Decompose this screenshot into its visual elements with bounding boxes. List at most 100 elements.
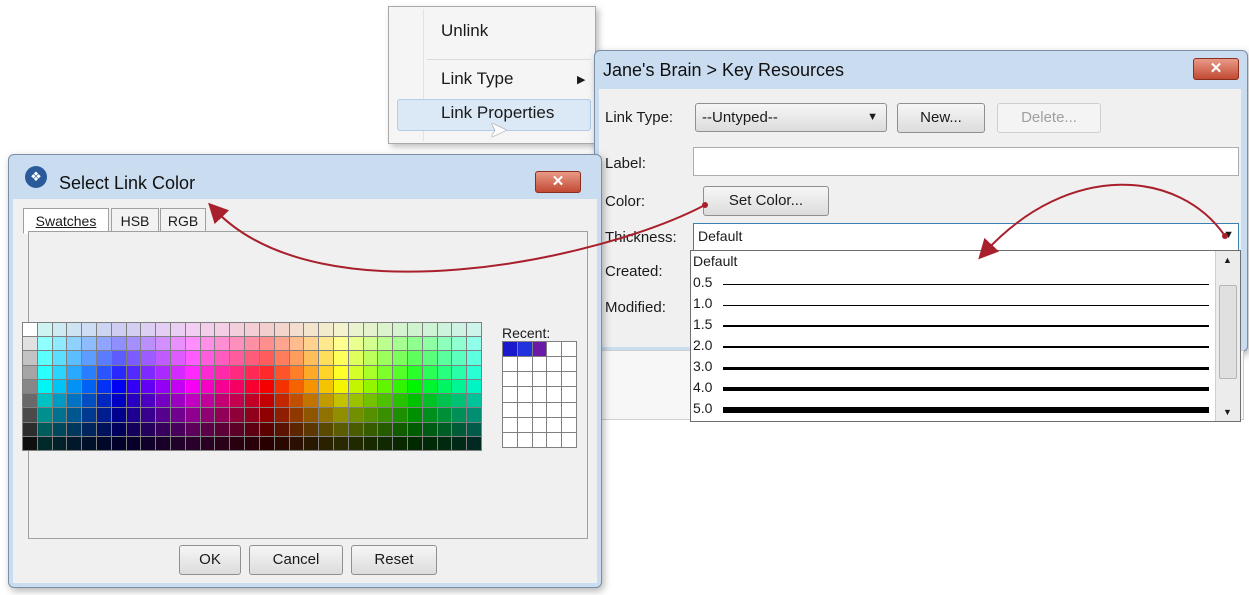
thickness-option[interactable]: 2.0 (693, 337, 712, 353)
color-swatch[interactable] (304, 379, 319, 394)
color-swatch[interactable] (200, 323, 215, 337)
color-swatch[interactable] (422, 323, 437, 337)
color-swatch[interactable] (156, 337, 171, 351)
color-swatch[interactable] (37, 394, 52, 408)
color-swatch[interactable] (230, 351, 245, 365)
color-swatch[interactable] (437, 422, 452, 436)
color-swatch[interactable] (333, 351, 348, 365)
color-swatch[interactable] (467, 323, 481, 337)
scroll-up-icon[interactable]: ▲ (1223, 255, 1232, 265)
color-swatch[interactable] (82, 351, 97, 365)
color-swatch[interactable] (274, 379, 289, 394)
recent-color-swatch[interactable] (562, 417, 576, 432)
color-swatch[interactable] (141, 436, 156, 450)
color-swatch[interactable] (319, 379, 333, 394)
link-type-select[interactable]: --Untyped-- ▼ (695, 103, 887, 132)
color-swatch[interactable] (467, 379, 481, 394)
color-swatch[interactable] (97, 379, 111, 394)
color-swatch[interactable] (319, 394, 333, 408)
set-color-button[interactable]: Set Color... (703, 186, 829, 216)
color-swatch[interactable] (363, 422, 378, 436)
color-swatch[interactable] (97, 436, 111, 450)
color-swatch[interactable] (97, 351, 111, 365)
color-swatch[interactable] (393, 379, 407, 394)
color-swatch[interactable] (97, 323, 111, 337)
color-swatch[interactable] (274, 394, 289, 408)
color-swatch[interactable] (319, 436, 333, 450)
color-swatch[interactable] (245, 394, 259, 408)
new-button[interactable]: New... (897, 103, 985, 133)
color-swatch[interactable] (52, 422, 67, 436)
color-swatch[interactable] (274, 408, 289, 422)
color-swatch[interactable] (23, 408, 37, 422)
color-swatch[interactable] (422, 337, 437, 351)
color-swatch[interactable] (245, 436, 259, 450)
color-swatch[interactable] (348, 365, 363, 379)
color-swatch[interactable] (171, 351, 185, 365)
recent-color-swatch[interactable] (547, 342, 562, 357)
color-swatch[interactable] (215, 408, 230, 422)
color-swatch[interactable] (230, 323, 245, 337)
cancel-button[interactable]: Cancel (249, 545, 343, 575)
color-swatch[interactable] (393, 394, 407, 408)
color-swatch[interactable] (215, 323, 230, 337)
color-swatch[interactable] (215, 379, 230, 394)
color-swatch[interactable] (126, 422, 141, 436)
color-swatch[interactable] (141, 422, 156, 436)
color-swatch[interactable] (23, 436, 37, 450)
color-swatch[interactable] (319, 408, 333, 422)
color-swatch[interactable] (467, 351, 481, 365)
color-swatch[interactable] (52, 351, 67, 365)
color-swatch[interactable] (156, 379, 171, 394)
color-swatch[interactable] (67, 351, 82, 365)
color-swatch[interactable] (452, 351, 467, 365)
color-swatch[interactable] (437, 337, 452, 351)
scrollbar-thumb[interactable] (1219, 285, 1237, 379)
color-swatch[interactable] (348, 422, 363, 436)
color-swatch[interactable] (467, 436, 481, 450)
color-swatch[interactable] (304, 422, 319, 436)
color-swatch[interactable] (37, 323, 52, 337)
color-swatch[interactable] (171, 422, 185, 436)
color-swatch[interactable] (452, 365, 467, 379)
color-swatch[interactable] (437, 323, 452, 337)
color-swatch[interactable] (393, 365, 407, 379)
color-swatch[interactable] (422, 408, 437, 422)
color-swatch[interactable] (422, 365, 437, 379)
color-swatch[interactable] (245, 351, 259, 365)
color-swatch[interactable] (215, 436, 230, 450)
color-swatch[interactable] (245, 323, 259, 337)
color-swatch[interactable] (126, 323, 141, 337)
color-swatch[interactable] (467, 394, 481, 408)
color-swatch[interactable] (304, 394, 319, 408)
color-swatch[interactable] (437, 379, 452, 394)
color-swatch[interactable] (393, 351, 407, 365)
recent-color-swatch[interactable] (562, 402, 576, 417)
color-swatch[interactable] (156, 323, 171, 337)
color-swatch[interactable] (97, 365, 111, 379)
color-swatch[interactable] (215, 422, 230, 436)
color-swatch[interactable] (452, 394, 467, 408)
color-swatch[interactable] (274, 365, 289, 379)
color-swatch[interactable] (126, 351, 141, 365)
color-swatch[interactable] (304, 408, 319, 422)
color-swatch[interactable] (289, 351, 304, 365)
color-swatch[interactable] (185, 394, 200, 408)
color-swatch[interactable] (185, 379, 200, 394)
color-swatch[interactable] (422, 394, 437, 408)
color-swatch[interactable] (111, 365, 126, 379)
color-swatch[interactable] (67, 323, 82, 337)
color-swatch[interactable] (171, 337, 185, 351)
color-swatch[interactable] (230, 394, 245, 408)
color-swatch[interactable] (156, 351, 171, 365)
color-swatch[interactable] (52, 365, 67, 379)
color-swatch[interactable] (378, 337, 393, 351)
color-swatch[interactable] (126, 337, 141, 351)
color-swatch[interactable] (37, 436, 52, 450)
color-swatch[interactable] (348, 351, 363, 365)
color-swatch[interactable] (289, 436, 304, 450)
color-swatch[interactable] (52, 408, 67, 422)
color-swatch[interactable] (23, 365, 37, 379)
color-swatch[interactable] (363, 365, 378, 379)
color-swatch[interactable] (333, 394, 348, 408)
